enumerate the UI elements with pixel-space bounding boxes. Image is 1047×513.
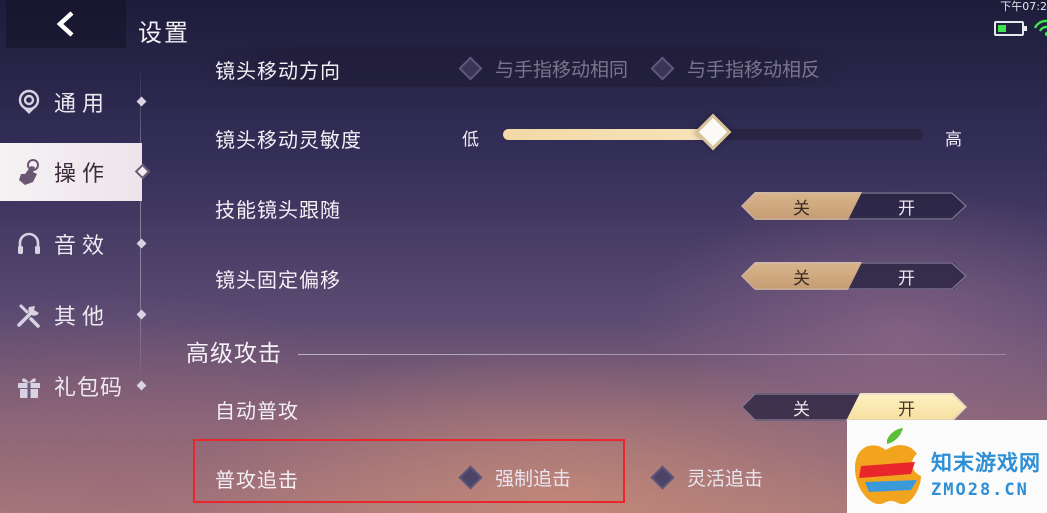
slider-fill [503, 129, 713, 140]
section-title-advanced-attack: 高级攻击 [186, 341, 282, 367]
camera-direction-same-option[interactable]: 与手指移动相同 [458, 55, 629, 82]
operation-hand-icon [14, 157, 44, 187]
attack-chase-flexible-option[interactable]: 灵活追击 [650, 464, 764, 491]
radio-label: 与手指移动相同 [495, 59, 629, 81]
toggle-on-option[interactable]: 开 [846, 262, 967, 290]
camera-fixed-offset-toggle: 开 关 [741, 262, 967, 290]
sidebar-item-label: 操作 [54, 162, 111, 187]
toggle-on-option[interactable]: 开 [846, 192, 967, 220]
watermark: 知末游戏网 ZMO28.CN [847, 420, 1047, 513]
toggle-off-option[interactable]: 关 [741, 262, 862, 290]
back-arrow-icon [56, 11, 74, 37]
radio-label: 灵活追击 [687, 468, 764, 490]
section-divider [298, 354, 1006, 355]
toggle-off-option[interactable]: 关 [741, 393, 862, 421]
sidebar-item-sound[interactable]: 音效 [0, 213, 147, 275]
camera-sensitivity-label: 镜头移动灵敏度 [215, 128, 362, 152]
slider-thumb[interactable] [694, 113, 732, 151]
sidebar-item-other[interactable]: 其他 [0, 284, 147, 346]
skill-camera-follow-toggle: 开 关 [741, 192, 967, 220]
sidebar-item-label: 通用 [54, 92, 111, 117]
radio-label: 与手指移动相反 [687, 59, 821, 81]
sidebar-item-label: 音效 [54, 234, 111, 259]
auto-attack-label: 自动普攻 [215, 399, 299, 423]
sidebar-item-general[interactable]: 通用 [0, 71, 147, 133]
sidebar-dot [136, 238, 147, 249]
watermark-name-en: ZMO28.CN [931, 480, 1029, 500]
sidebar-dot [136, 309, 147, 320]
toggle-on-option[interactable]: 开 [846, 393, 967, 421]
sidebar-item-operation[interactable]: 操作 [0, 143, 151, 201]
gift-icon [14, 371, 44, 401]
toggle-off-option[interactable]: 关 [741, 192, 862, 220]
tools-icon [14, 300, 44, 330]
radio-diamond-icon [650, 56, 675, 81]
radio-diamond-icon [650, 465, 675, 490]
page-title: 设置 [138, 19, 190, 47]
sidebar-dot [136, 96, 147, 107]
radio-diamond-icon [458, 56, 483, 81]
headphone-icon [14, 229, 44, 259]
auto-attack-toggle: 关 开 [741, 393, 967, 421]
sidebar-item-label: 礼包码 [54, 376, 124, 401]
camera-sensitivity-slider[interactable] [503, 113, 923, 151]
sidebar-dot [136, 380, 147, 391]
sidebar-item-gift-code[interactable]: 礼包码 [0, 355, 147, 417]
status-time: 下午07:2 [1000, 0, 1047, 13]
wifi-icon [1034, 19, 1047, 37]
sidebar-item-label: 其他 [54, 305, 111, 330]
skill-camera-follow-label: 技能镜头跟随 [215, 198, 341, 222]
sidebar-dot [134, 163, 151, 180]
highlight-annotation-box [193, 439, 625, 503]
back-button[interactable] [6, 0, 126, 48]
general-icon [14, 87, 44, 117]
slider-max-label: 高 [945, 130, 962, 150]
camera-fixed-offset-label: 镜头固定偏移 [215, 268, 341, 292]
camera-direction-label: 镜头移动方向 [215, 59, 341, 83]
camera-direction-reverse-option[interactable]: 与手指移动相反 [650, 55, 821, 82]
battery-icon [994, 21, 1027, 36]
slider-min-label: 低 [462, 130, 479, 150]
apple-logo-icon [855, 428, 921, 505]
watermark-name-cn: 知末游戏网 [931, 451, 1041, 475]
